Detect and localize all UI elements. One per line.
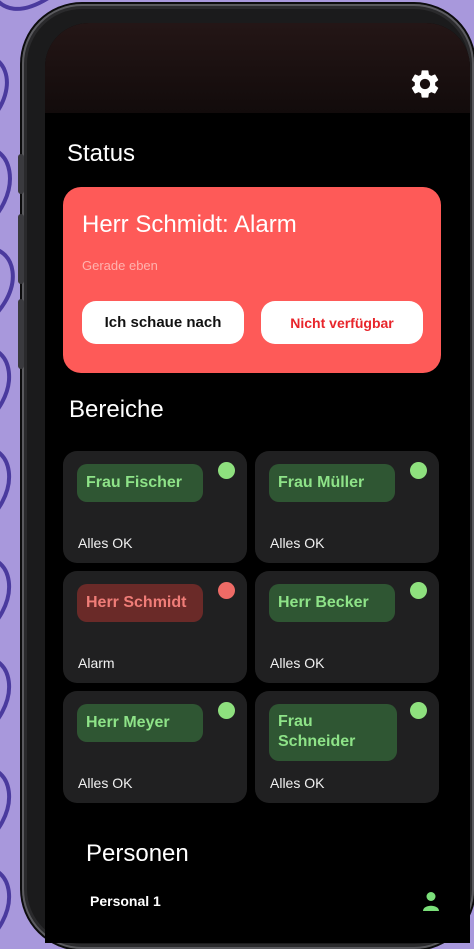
area-tile-status: Alles OK [78,775,133,791]
area-tile-frau-fischer[interactable]: Frau Fischer Alles OK [63,451,247,563]
area-tile-name: Herr Becker [269,584,395,622]
area-tile-name: Herr Schmidt [77,584,203,622]
status-dot [410,462,427,479]
nicht-verfuegbar-button[interactable]: Nicht verfügbar [261,301,423,344]
person-list-item[interactable]: Personal 1 [90,891,440,915]
status-heading: Status [67,140,136,167]
persons-heading: Personen [86,840,189,867]
area-tile-status: Alarm [78,655,115,671]
gear-icon[interactable] [408,67,442,101]
area-tile-frau-mueller[interactable]: Frau Müller Alles OK [255,451,439,563]
app-screen: Status Herr Schmidt: Alarm Gerade eben I… [45,23,470,943]
area-tile-name: Frau Fischer [77,464,203,502]
area-tile-status: Alles OK [270,775,325,791]
area-tile-status: Alles OK [270,535,325,551]
area-tile-status: Alles OK [78,535,133,551]
status-dot [218,582,235,599]
area-tile-status: Alles OK [270,655,325,671]
area-tile-herr-meyer[interactable]: Herr Meyer Alles OK [63,691,247,803]
area-tile-name: Frau Schneider [269,704,397,761]
alarm-title: Herr Schmidt: Alarm [82,211,297,238]
area-tile-frau-schneider[interactable]: Frau Schneider Alles OK [255,691,439,803]
area-tile-name: Frau Müller [269,464,395,502]
area-tile-herr-becker[interactable]: Herr Becker Alles OK [255,571,439,683]
status-dot [410,582,427,599]
volume-down-button [18,299,24,369]
area-tile-herr-schmidt[interactable]: Herr Schmidt Alarm [63,571,247,683]
status-dot [218,702,235,719]
person-name: Personal 1 [90,893,161,909]
alarm-card[interactable]: Herr Schmidt: Alarm Gerade eben Ich scha… [63,187,441,373]
area-tile-name: Herr Meyer [77,704,203,742]
side-button [18,154,24,194]
person-icon [423,892,439,911]
status-dot [218,462,235,479]
volume-up-button [18,214,24,284]
top-bar [45,23,470,113]
areas-heading: Bereiche [69,396,164,423]
alarm-timestamp: Gerade eben [82,258,158,273]
ich-schaue-nach-button[interactable]: Ich schaue nach [82,301,244,344]
status-dot [410,702,427,719]
